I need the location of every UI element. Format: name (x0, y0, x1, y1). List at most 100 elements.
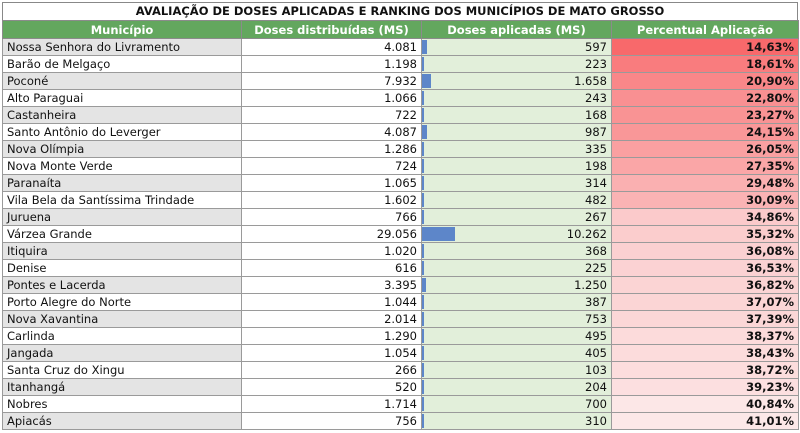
table-row: Castanheira 722 168 23,27% (2, 106, 799, 124)
cell-municipio: Itiquira (2, 242, 242, 260)
data-bar (422, 40, 427, 54)
cell-doses-distribuidas: 4.081 (241, 38, 422, 56)
cell-municipio: Apiacás (2, 412, 242, 430)
cell-doses-distribuidas: 1.020 (241, 242, 422, 260)
data-bar (422, 125, 427, 139)
data-bar (422, 312, 425, 326)
cell-percentual: 35,32% (611, 225, 799, 243)
cell-municipio: Carlinda (2, 327, 242, 345)
table-row: Nobres 1.714 700 40,84% (2, 395, 799, 413)
cell-doses-aplicadas: 368 (421, 242, 612, 260)
cell-doses-aplicadas: 597 (421, 38, 612, 56)
cell-percentual: 18,61% (611, 55, 799, 73)
table-row: Santa Cruz do Xingu 266 103 38,72% (2, 361, 799, 379)
table-row: Itiquira 1.020 368 36,08% (2, 242, 799, 260)
cell-doses-aplicadas: 243 (421, 89, 612, 107)
header-doses-distribuidas: Doses distribuídas (MS) (241, 20, 422, 39)
table-row: Barão de Melgaço 1.198 223 18,61% (2, 55, 799, 73)
data-bar (422, 295, 424, 309)
applied-value: 198 (585, 158, 607, 173)
applied-value: 387 (585, 294, 607, 309)
table-row: Itanhangá 520 204 39,23% (2, 378, 799, 396)
data-bar (422, 414, 424, 428)
table-body: Nossa Senhora do Livramento 4.081 597 14,63… (2, 38, 799, 430)
cell-municipio: Alto Paraguai (2, 89, 242, 107)
applied-value: 223 (585, 56, 607, 71)
table-row: Nova Olímpia 1.286 335 26,05% (2, 140, 799, 158)
cell-doses-distribuidas: 1.198 (241, 55, 422, 73)
cell-percentual: 40,84% (611, 395, 799, 413)
cell-doses-distribuidas: 7.932 (241, 72, 422, 90)
cell-municipio: Nobres (2, 395, 242, 413)
data-bar (422, 278, 426, 292)
applied-value: 314 (585, 175, 607, 190)
cell-doses-aplicadas: 314 (421, 174, 612, 192)
data-bar (422, 74, 431, 88)
cell-municipio: Paranaíta (2, 174, 242, 192)
applied-value: 168 (585, 107, 607, 122)
applied-value: 103 (585, 362, 607, 377)
cell-doses-aplicadas: 700 (421, 395, 612, 413)
cell-doses-aplicadas: 10.262 (421, 225, 612, 243)
cell-doses-distribuidas: 724 (241, 157, 422, 175)
cell-percentual: 14,63% (611, 38, 799, 56)
data-bar (422, 142, 424, 156)
data-bar (422, 227, 455, 241)
table-row: Pontes e Lacerda 3.395 1.250 36,82% (2, 276, 799, 294)
table-row: Nova Monte Verde 724 198 27,35% (2, 157, 799, 175)
cell-doses-distribuidas: 1.044 (241, 293, 422, 311)
data-bar (422, 380, 424, 394)
cell-doses-aplicadas: 405 (421, 344, 612, 362)
table-row: Juruena 766 267 34,86% (2, 208, 799, 226)
cell-percentual: 22,80% (611, 89, 799, 107)
applied-value: 597 (585, 39, 607, 54)
cell-doses-distribuidas: 2.014 (241, 310, 422, 328)
cell-municipio: Barão de Melgaço (2, 55, 242, 73)
cell-municipio: Porto Alegre do Norte (2, 293, 242, 311)
data-bar (422, 363, 424, 377)
applied-value: 267 (585, 209, 607, 224)
cell-doses-aplicadas: 495 (421, 327, 612, 345)
cell-municipio: Jangada (2, 344, 242, 362)
cell-doses-aplicadas: 335 (421, 140, 612, 158)
cell-doses-aplicadas: 225 (421, 259, 612, 277)
cell-percentual: 29,48% (611, 174, 799, 192)
cell-municipio: Vila Bela da Santíssima Trindade (2, 191, 242, 209)
cell-doses-aplicadas: 267 (421, 208, 612, 226)
cell-municipio: Juruena (2, 208, 242, 226)
cell-municipio: Nova Monte Verde (2, 157, 242, 175)
cell-doses-distribuidas: 1.714 (241, 395, 422, 413)
cell-percentual: 38,43% (611, 344, 799, 362)
applied-value: 495 (585, 328, 607, 343)
cell-doses-distribuidas: 616 (241, 259, 422, 277)
cell-municipio: Denise (2, 259, 242, 277)
table-row: Paranaíta 1.065 314 29,48% (2, 174, 799, 192)
cell-doses-distribuidas: 1.054 (241, 344, 422, 362)
cell-percentual: 23,27% (611, 106, 799, 124)
applied-value: 987 (585, 124, 607, 139)
applied-value: 225 (585, 260, 607, 275)
cell-doses-distribuidas: 722 (241, 106, 422, 124)
cell-doses-distribuidas: 1.602 (241, 191, 422, 209)
applied-value: 243 (585, 90, 607, 105)
header-municipio: Município (2, 20, 242, 39)
data-bar (422, 159, 424, 173)
table-row: Jangada 1.054 405 38,43% (2, 344, 799, 362)
cell-percentual: 24,15% (611, 123, 799, 141)
cell-percentual: 34,86% (611, 208, 799, 226)
cell-doses-distribuidas: 266 (241, 361, 422, 379)
cell-percentual: 37,07% (611, 293, 799, 311)
cell-doses-aplicadas: 987 (421, 123, 612, 141)
cell-doses-aplicadas: 168 (421, 106, 612, 124)
cell-doses-aplicadas: 1.250 (421, 276, 612, 294)
cell-municipio: Várzea Grande (2, 225, 242, 243)
cell-doses-distribuidas: 4.087 (241, 123, 422, 141)
applied-value: 1.658 (574, 73, 607, 88)
spreadsheet: AVALIAÇÃO DE DOSES APLICADAS E RANKING D… (2, 2, 799, 430)
data-bar (422, 176, 424, 190)
cell-municipio: Itanhangá (2, 378, 242, 396)
cell-doses-aplicadas: 387 (421, 293, 612, 311)
table-row: Denise 616 225 36,53% (2, 259, 799, 277)
cell-municipio: Nova Xavantina (2, 310, 242, 328)
data-bar (422, 193, 424, 207)
